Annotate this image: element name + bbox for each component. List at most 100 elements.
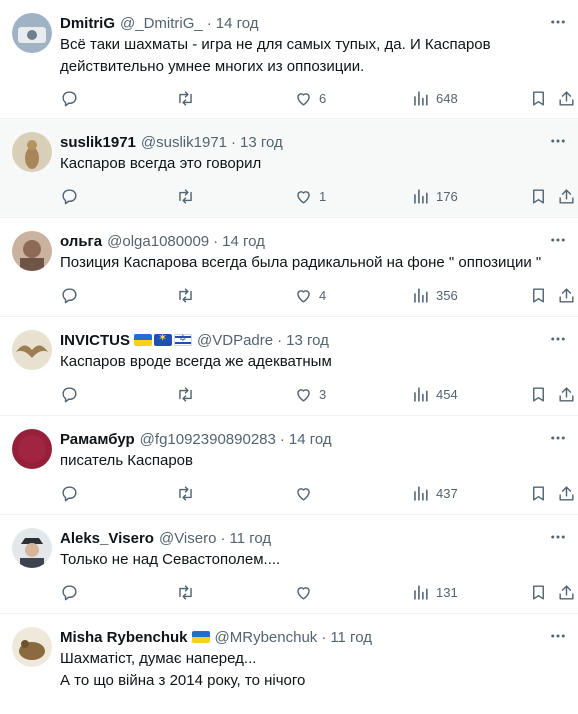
author-handle[interactable]: @fg1092390890283	[140, 431, 276, 448]
tweet[interactable]: suslik1971 @suslik1971 · 13 год Каспаров…	[0, 119, 578, 218]
reply-icon	[60, 484, 79, 503]
retweet-icon	[176, 583, 195, 602]
like-count: 6	[319, 90, 327, 106]
tweet[interactable]: ольга @olga1080009 · 14 год Позиция Касп…	[0, 218, 578, 317]
retweet-button[interactable]	[176, 87, 195, 109]
reply-button[interactable]	[60, 383, 79, 405]
tweet-header: ольга @olga1080009 · 14 год	[60, 231, 548, 251]
views-button[interactable]: 176	[411, 185, 458, 207]
like-count: 3	[319, 386, 327, 402]
bookmark-icon	[529, 286, 548, 305]
share-button[interactable]	[557, 581, 576, 603]
author-name[interactable]: DmitriG	[60, 15, 115, 32]
avatar[interactable]	[12, 13, 52, 53]
separator-dot: ·	[231, 133, 237, 151]
author-name[interactable]: suslik1971	[60, 134, 136, 151]
bookmark-button[interactable]	[529, 185, 548, 207]
share-icon	[557, 583, 576, 602]
retweet-button[interactable]	[176, 185, 195, 207]
tweet[interactable]: Рамамбур @fg1092390890283 · 14 год писат…	[0, 416, 578, 515]
reply-button[interactable]	[60, 482, 79, 504]
like-button[interactable]: 6	[294, 87, 326, 109]
tweet-text: Каспаров вроде всегда же адекватным	[60, 353, 332, 370]
retweet-icon	[176, 89, 195, 108]
bookmark-icon	[529, 583, 548, 602]
share-icon	[557, 286, 576, 305]
tweet-text: писатель Каспаров	[60, 452, 193, 469]
views-button[interactable]: 131	[411, 581, 458, 603]
author-name[interactable]: Misha Rybenchuk	[60, 629, 188, 646]
avatar[interactable]	[12, 627, 52, 667]
avatar[interactable]	[12, 132, 52, 172]
reply-button[interactable]	[60, 185, 79, 207]
avatar[interactable]	[12, 528, 52, 568]
tweet[interactable]: DmitriG @_DmitriG_ · 14 год Всё таки шах…	[0, 0, 578, 119]
author-handle[interactable]: @VDPadre	[197, 332, 273, 349]
bookmark-button[interactable]	[529, 482, 548, 504]
share-button[interactable]	[557, 383, 576, 405]
bookmark-button[interactable]	[529, 383, 548, 405]
more-icon[interactable]	[546, 129, 570, 153]
share-button[interactable]	[557, 284, 576, 306]
retweet-button[interactable]	[176, 383, 195, 405]
like-button[interactable]: 4	[294, 284, 326, 306]
tweet[interactable]: Aleks_Visero @Visero · 11 год Только не …	[0, 515, 578, 614]
tweet-header: Aleks_Visero @Visero · 11 год	[60, 528, 548, 548]
like-button[interactable]	[294, 581, 319, 603]
timestamp[interactable]: 11 год	[229, 530, 271, 547]
share-button[interactable]	[557, 482, 576, 504]
author-handle[interactable]: @MRybenchuk	[215, 629, 318, 646]
author-name[interactable]: INVICTUS	[60, 332, 130, 349]
more-icon[interactable]	[546, 426, 570, 450]
more-icon[interactable]	[546, 624, 570, 648]
reply-icon	[60, 583, 79, 602]
author-name[interactable]: Рамамбур	[60, 431, 135, 448]
like-button[interactable]: 3	[294, 383, 326, 405]
timestamp[interactable]: 14 год	[289, 431, 332, 448]
reply-button[interactable]	[60, 284, 79, 306]
like-button[interactable]	[294, 482, 319, 504]
more-icon[interactable]	[546, 327, 570, 351]
views-icon	[411, 385, 430, 404]
avatar[interactable]	[12, 330, 52, 370]
author-handle[interactable]: @olga1080009	[107, 233, 209, 250]
timestamp[interactable]: 14 год	[216, 15, 259, 32]
author-name[interactable]: ольга	[60, 233, 102, 250]
author-handle[interactable]: @_DmitriG_	[120, 15, 203, 32]
author-handle[interactable]: @Visero	[159, 530, 216, 547]
share-button[interactable]	[557, 185, 576, 207]
timestamp[interactable]: 11 год	[330, 629, 372, 646]
more-icon[interactable]	[546, 10, 570, 34]
avatar[interactable]	[12, 429, 52, 469]
timestamp[interactable]: 13 год	[240, 134, 283, 151]
avatar[interactable]	[12, 231, 52, 271]
views-button[interactable]: 454	[411, 383, 458, 405]
timestamp[interactable]: 14 год	[222, 233, 265, 250]
tweet[interactable]: INVICTUS @VDPadre · 13 год Каспаров врод…	[0, 317, 578, 416]
bookmark-button[interactable]	[529, 87, 548, 109]
action-bar: 131	[60, 581, 578, 603]
share-button[interactable]	[557, 87, 576, 109]
bookmark-button[interactable]	[529, 581, 548, 603]
like-button[interactable]: 1	[294, 185, 326, 207]
bookmark-button[interactable]	[529, 284, 548, 306]
author-handle[interactable]: @suslik1971	[141, 134, 227, 151]
retweet-button[interactable]	[176, 284, 195, 306]
view-count: 356	[436, 287, 458, 303]
reply-button[interactable]	[60, 581, 79, 603]
retweet-button[interactable]	[176, 581, 195, 603]
author-name[interactable]: Aleks_Visero	[60, 530, 154, 547]
views-icon	[411, 583, 430, 602]
more-icon[interactable]	[546, 228, 570, 252]
reply-button[interactable]	[60, 87, 79, 109]
views-button[interactable]: 437	[411, 482, 458, 504]
views-button[interactable]: 356	[411, 284, 458, 306]
views-button[interactable]: 648	[411, 87, 458, 109]
more-icon[interactable]	[546, 525, 570, 549]
timestamp[interactable]: 13 год	[286, 332, 329, 349]
view-count: 176	[436, 188, 458, 204]
tweet[interactable]: Misha Rybenchuk @MRybenchuk · 11 год Шах…	[0, 614, 578, 714]
share-icon	[557, 187, 576, 206]
view-count: 437	[436, 485, 458, 501]
retweet-button[interactable]	[176, 482, 195, 504]
